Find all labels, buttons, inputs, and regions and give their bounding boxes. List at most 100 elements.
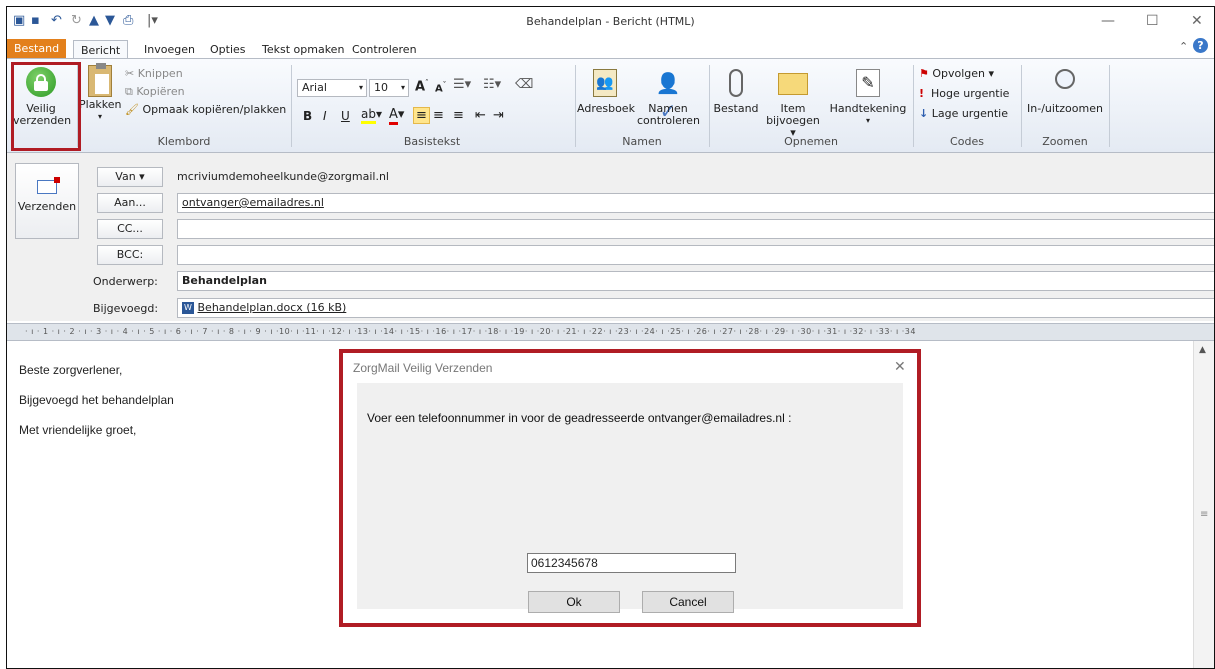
- signature-button[interactable]: ✎ Handtekening ▾: [829, 69, 907, 127]
- from-button[interactable]: Van ▾: [97, 167, 163, 187]
- zoom-group-label: Zoomen: [1042, 135, 1088, 148]
- subject-label: Onderwerp:: [93, 275, 158, 288]
- send-label: Verzenden: [17, 200, 77, 213]
- low-importance-label: Lage urgentie: [931, 107, 1008, 120]
- tab-controleren[interactable]: Controleren: [345, 40, 424, 59]
- low-importance-button[interactable]: ↓ Lage urgentie: [919, 107, 1008, 120]
- tab-opties[interactable]: Opties: [203, 40, 253, 59]
- exclamation-icon: !: [919, 87, 925, 100]
- include-group-label: Opnemen: [784, 135, 838, 148]
- outlook-window: ▣ ▪ ↶ ↻ ▲ ▼ ⎙ |▾ Behandelplan - Bericht …: [6, 6, 1215, 669]
- font-color-icon[interactable]: A▾: [389, 107, 404, 125]
- bcc-button[interactable]: BCC:: [97, 245, 163, 265]
- format-painter-button[interactable]: 🖌 Opmaak kopiëren/plakken: [125, 103, 286, 116]
- divider: [1021, 65, 1022, 147]
- align-right-icon[interactable]: ≡: [453, 108, 464, 123]
- tab-tekst-opmaken[interactable]: Tekst opmaken: [255, 40, 351, 59]
- align-left-icon[interactable]: ≡: [413, 107, 430, 124]
- ok-button[interactable]: Ok: [528, 591, 620, 613]
- underline-icon[interactable]: U: [341, 109, 350, 123]
- address-book-icon: 👥: [593, 69, 617, 97]
- shrink-font-icon[interactable]: Aˇ: [435, 81, 446, 94]
- bullets-icon[interactable]: ☰▾: [453, 77, 471, 92]
- check-names-button[interactable]: 👤✓ Namen controleren: [637, 69, 700, 127]
- close-icon[interactable]: ✕: [1191, 13, 1203, 29]
- dialog-close-icon[interactable]: ✕: [894, 359, 906, 375]
- cc-button[interactable]: CC...: [97, 219, 163, 239]
- ruler: · ı · 1 · ı · 2 · ı · 3 · ı · 4 · ı · 5 …: [7, 323, 1214, 341]
- minimize-icon[interactable]: —: [1101, 13, 1115, 29]
- envelope-icon: [778, 73, 808, 95]
- numbering-icon[interactable]: ☷▾: [483, 77, 501, 92]
- follow-up-button[interactable]: ⚑ Opvolgen ▾: [919, 67, 994, 80]
- cancel-button[interactable]: Cancel: [642, 591, 734, 613]
- dialog-content: Voer een telefoonnummer in voor de geadr…: [357, 383, 903, 613]
- font-size-select[interactable]: 10 ▾: [369, 79, 409, 97]
- paste-button[interactable]: Plakken ▾: [79, 63, 122, 123]
- subject-field[interactable]: Behandelplan: [177, 271, 1214, 291]
- divider: [575, 65, 576, 147]
- divider: [291, 65, 292, 147]
- vertical-scrollbar[interactable]: ▲ ≡: [1193, 341, 1214, 668]
- format-painter-label: Opmaak kopiëren/plakken: [142, 103, 287, 116]
- highlight-icon[interactable]: ab▾: [361, 107, 382, 124]
- clear-formatting-icon[interactable]: ⌫: [515, 77, 533, 92]
- tab-bestand[interactable]: Bestand: [7, 39, 67, 59]
- send-envelope-icon: [37, 177, 60, 194]
- divider: [913, 65, 914, 147]
- zoom-button[interactable]: In-/uitzoomen: [1023, 69, 1107, 115]
- magnifier-icon: [1055, 69, 1075, 89]
- grow-font-icon[interactable]: Aˆ: [415, 79, 429, 94]
- word-document-icon: W: [182, 302, 194, 314]
- cc-field[interactable]: [177, 219, 1214, 239]
- clipboard-icon: [88, 63, 112, 97]
- paperclip-icon: [729, 69, 743, 97]
- attached-label: Bijgevoegd:: [93, 302, 159, 315]
- tags-group-label: Codes: [950, 135, 984, 148]
- font-select[interactable]: Arial ▾: [297, 79, 367, 97]
- decrease-indent-icon[interactable]: ⇤: [475, 108, 486, 123]
- ribbon-tabs: Bestand Bericht Invoegen Opties Tekst op…: [7, 37, 1214, 59]
- basic-text-group-label: Basistekst: [403, 135, 461, 148]
- to-field[interactable]: ontvanger@emailadres.nl: [177, 193, 1214, 213]
- attachment-field: W Behandelplan.docx (16 kB): [177, 298, 1214, 318]
- ribbon: Veilig verzenden Plakken ▾ ✂ Knippen ⧉ K…: [7, 58, 1214, 153]
- scissors-icon: ✂: [125, 67, 135, 80]
- phone-input[interactable]: 0612345678: [527, 553, 736, 573]
- attachment-link[interactable]: Behandelplan.docx (16 kB): [198, 301, 347, 314]
- down-arrow-icon: ↓: [919, 107, 929, 120]
- maximize-icon[interactable]: ☐: [1146, 13, 1159, 29]
- italic-icon[interactable]: I: [323, 109, 327, 123]
- tab-bericht[interactable]: Bericht: [73, 40, 129, 59]
- bcc-field[interactable]: [177, 245, 1214, 265]
- dialog-title: ZorgMail Veilig Verzenden: [353, 361, 493, 375]
- help-icon[interactable]: ?: [1193, 38, 1208, 53]
- body-line-attachment: Bijgevoegd het behandelplan: [19, 393, 174, 407]
- send-button[interactable]: Verzenden: [15, 163, 79, 239]
- increase-indent-icon[interactable]: ⇥: [493, 108, 504, 123]
- secure-send-dialog: ZorgMail Veilig Verzenden ✕ Voer een tel…: [339, 349, 921, 627]
- address-book-label: Adresboek: [577, 102, 635, 115]
- signature-icon: ✎: [856, 69, 880, 97]
- from-address: mcriviumdemoheelkunde@zorgmail.nl: [177, 170, 389, 183]
- attach-file-button[interactable]: Bestand: [711, 69, 761, 115]
- to-button[interactable]: Aan...: [97, 193, 163, 213]
- bold-icon[interactable]: B: [303, 109, 312, 123]
- highlight-frame: [11, 62, 81, 151]
- cut-button[interactable]: ✂ Knippen: [125, 67, 183, 80]
- copy-button[interactable]: ⧉ Kopiëren: [125, 85, 185, 99]
- attach-file-label: Bestand: [713, 102, 759, 115]
- collapse-ribbon-icon[interactable]: ⌃: [1179, 40, 1188, 53]
- body-line-closing: Met vriendelijke groet,: [19, 423, 137, 437]
- tab-invoegen[interactable]: Invoegen: [137, 40, 202, 59]
- high-importance-button[interactable]: ! Hoge urgentie: [919, 87, 1009, 100]
- attach-item-button[interactable]: Item bijvoegen ▾: [763, 69, 823, 139]
- scroll-up-icon[interactable]: ▲: [1199, 345, 1206, 355]
- address-book-button[interactable]: 👥 Adresboek: [577, 69, 635, 115]
- copy-label: Kopiëren: [136, 85, 185, 98]
- divider: [1109, 65, 1110, 147]
- follow-up-label: Opvolgen ▾: [932, 67, 995, 80]
- align-center-icon[interactable]: ≡: [433, 108, 444, 123]
- dialog-prompt: Voer een telefoonnummer in voor de geadr…: [367, 411, 792, 425]
- paste-label: Plakken: [79, 98, 122, 111]
